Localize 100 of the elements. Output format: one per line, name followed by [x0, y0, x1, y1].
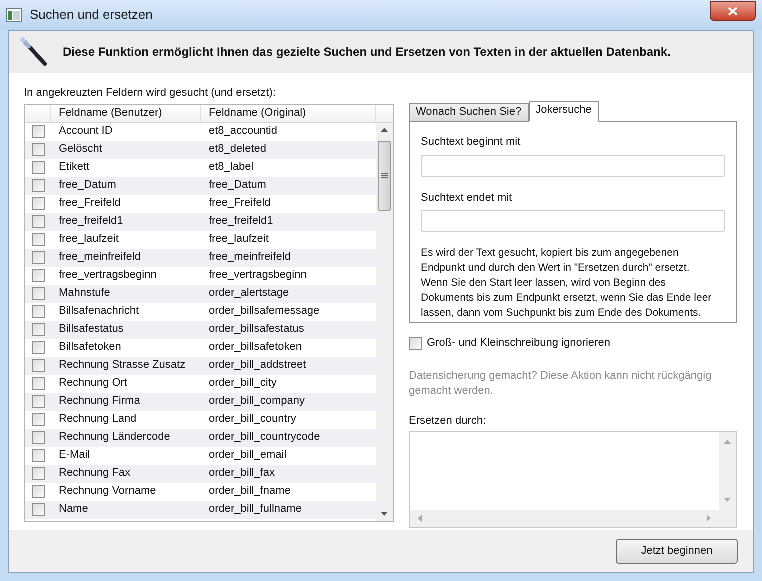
table-cell-text: Rechnung Ort	[58, 376, 128, 392]
input-field[interactable]	[421, 154, 725, 176]
table-cell-text: free_laufzeit	[208, 232, 270, 248]
window-title: Suchen und ersetzen	[30, 6, 153, 24]
table-row[interactable]: Name order_bill_fullname	[25, 500, 376, 518]
table-cell-text: order_bill_city	[208, 376, 278, 392]
table-cell-text: Rechnung Firma	[58, 394, 142, 410]
scroll-thumb[interactable]	[378, 140, 391, 210]
table-row[interactable]: free_freifeld1 free_freifeld1	[25, 212, 376, 230]
table-row[interactable]: Gelöscht et8_deleted	[25, 140, 376, 158]
table-cell-text: order_bill_company	[208, 394, 306, 410]
tab[interactable]: Wonach Suchen Sie?	[409, 103, 529, 121]
start-button[interactable]: Jetzt beginnen	[616, 538, 738, 564]
table-cell-text: order_billsafetoken	[208, 340, 303, 356]
table-cell-text: Billsafenachricht	[58, 304, 140, 320]
vertical-scrollbar[interactable]	[376, 122, 393, 520]
table-row[interactable]: Rechnung Ländercode order_bill_countrycode	[25, 428, 376, 446]
checkbox[interactable]	[32, 503, 44, 516]
replace-textarea[interactable]	[409, 431, 737, 528]
warning-text: Datensicherung gemacht? Diese Aktion kann nicht rückgängig gemacht werden.	[409, 368, 713, 398]
checkbox[interactable]	[32, 323, 44, 336]
checkbox-label: Groß- und Kleinschreibung ignorieren	[427, 336, 610, 351]
table-row[interactable]: Rechnung Strasse Zusatz order_bill_addstreet	[25, 356, 376, 374]
grip-icon	[381, 173, 388, 178]
checkbox[interactable]	[409, 336, 422, 350]
field-label: Suchtext beginnt mit	[421, 135, 522, 150]
field-label: Suchtext endet mit	[421, 190, 514, 206]
table-cell-text: free_laufzeit	[58, 232, 120, 248]
table-row[interactable]: free_laufzeit free_laufzeit	[25, 230, 376, 248]
table-row[interactable]: Billsafenachricht order_billsafemessage	[25, 302, 376, 320]
tab[interactable]: Jokersuche	[528, 101, 599, 122]
checkbox[interactable]	[32, 179, 44, 192]
table-cell-text: Gelöscht	[58, 142, 104, 158]
table-row[interactable]: Billsafestatus order_billsafestatus	[25, 320, 376, 338]
table-cell-text: free_vertragsbeginn	[208, 268, 308, 284]
table-row[interactable]: Rechnung Fax order_bill_fax	[25, 464, 376, 482]
table-row[interactable]: Etikett et8_label	[25, 158, 376, 176]
window-icon	[6, 8, 22, 22]
fields-label: In angekreuzten Feldern wird gesucht (und ersetzt):	[24, 86, 277, 101]
checkbox[interactable]	[32, 431, 44, 444]
column-header[interactable]: Feldname (Original)	[201, 104, 376, 122]
table-cell-text: Etikett	[58, 160, 91, 176]
checkbox[interactable]	[32, 377, 44, 390]
table-cell-text: et8_deleted	[208, 142, 268, 158]
table-row[interactable]: Rechnung Land order_bill_country	[25, 410, 376, 428]
table-row[interactable]: free_meinfreifeld free_meinfreifeld	[25, 248, 376, 266]
table-cell-text: Rechnung Land	[58, 412, 138, 428]
scroll-down-icon	[381, 512, 388, 516]
replace-label: Ersetzen durch:	[409, 414, 488, 428]
header-text: Diese Funktion ermöglicht Ihnen das gezielte Suchen und Ersetzen von Texten in der aktuellen Datenbank.	[63, 44, 671, 61]
scroll-down-icon	[724, 498, 731, 502]
table-row[interactable]: free_Datum free_Datum	[25, 176, 376, 194]
scroll-left-icon	[418, 515, 422, 522]
checkbox[interactable]	[32, 449, 44, 462]
checkbox[interactable]	[32, 233, 44, 246]
checkbox[interactable]	[32, 359, 44, 372]
table-cell-text: order_billsafemessage	[208, 304, 321, 320]
input-field[interactable]	[421, 210, 725, 232]
close-icon	[728, 6, 738, 16]
checkbox[interactable]	[32, 395, 44, 408]
table-row[interactable]: Rechnung Ort order_bill_city	[25, 374, 376, 392]
checkbox[interactable]	[32, 413, 44, 426]
table-cell-text: et8_label	[208, 160, 255, 176]
table-cell-text: Account ID	[58, 124, 114, 140]
table-row[interactable]: Rechnung Vorname order_bill_fname	[25, 482, 376, 500]
table-row[interactable]: Account ID et8_accountid	[25, 122, 376, 140]
table-cell-text: order_bill_addstreet	[208, 358, 308, 374]
checkbox[interactable]	[32, 125, 44, 138]
table-cell-text: order_billsafestatus	[208, 322, 306, 338]
table-row[interactable]: free_Freifeld free_Freifeld	[25, 194, 376, 212]
checkbox[interactable]	[32, 287, 44, 300]
table-row[interactable]: Mahnstufe order_alertstage	[25, 284, 376, 302]
table-cell-text: free_Freifeld	[58, 196, 122, 212]
checkbox[interactable]	[32, 197, 44, 210]
checkbox[interactable]	[32, 485, 44, 498]
table-cell-text: Rechnung Fax	[58, 466, 132, 482]
checkbox[interactable]	[32, 341, 44, 354]
table-cell-text: Billsafetoken	[58, 340, 122, 356]
close-button[interactable]	[710, 1, 756, 21]
checkbox[interactable]	[32, 215, 44, 228]
table-row[interactable]: Billsafetoken order_billsafetoken	[25, 338, 376, 356]
checkbox[interactable]	[32, 251, 44, 264]
table-cell-text: order_bill_countrycode	[208, 430, 322, 446]
table-row[interactable]: Rechnung Firma order_bill_company	[25, 392, 376, 410]
column-header[interactable]: Feldname (Benutzer)	[51, 104, 201, 122]
table-cell-text: Rechnung Strasse Zusatz	[58, 358, 187, 374]
table-cell-text: order_alertstage	[208, 286, 290, 302]
checkbox[interactable]	[32, 161, 44, 174]
table-cell-text: Rechnung Ländercode	[58, 430, 172, 446]
table-row[interactable]: E-Mail order_bill_email	[25, 446, 376, 464]
table-cell-text: free_meinfreifeld	[58, 250, 142, 266]
table-cell-text: free_Freifeld	[208, 196, 272, 212]
checkbox[interactable]	[32, 467, 44, 480]
table-row[interactable]: free_vertragsbeginn free_vertragsbeginn	[25, 266, 376, 284]
scroll-right-icon	[707, 515, 711, 522]
checkbox[interactable]	[32, 305, 44, 318]
table-cell-text: order_bill_country	[208, 412, 298, 428]
checkbox[interactable]	[32, 269, 44, 282]
magic-wand-icon	[19, 36, 49, 68]
checkbox[interactable]	[32, 143, 44, 156]
